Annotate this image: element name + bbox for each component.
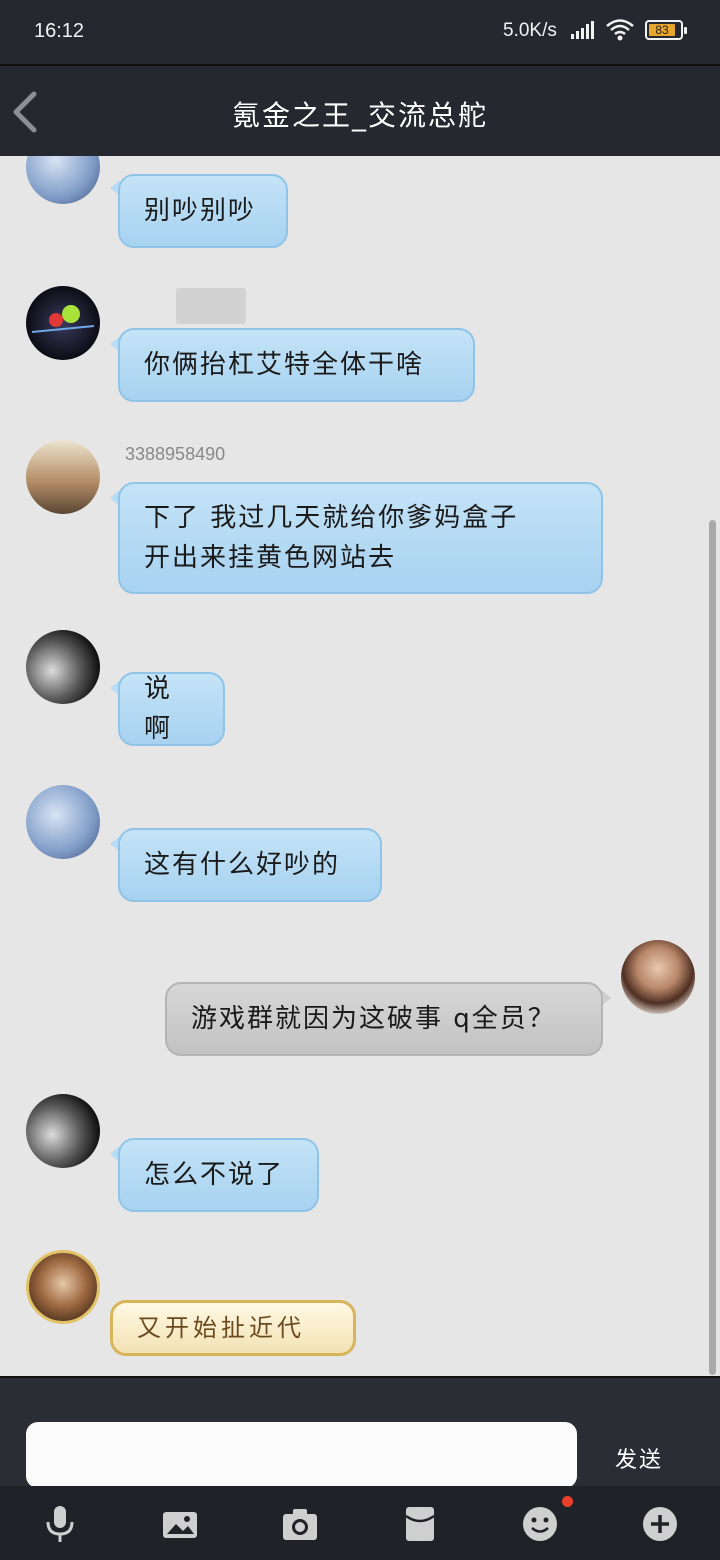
status-time: 16:12: [34, 20, 85, 42]
plus-icon[interactable]: [640, 1504, 680, 1544]
message-bubble[interactable]: 说啊: [118, 672, 225, 746]
avatar[interactable]: [26, 286, 100, 360]
message-bubble-self[interactable]: 游戏群就因为这破事 q全员？: [165, 982, 603, 1056]
status-bar: 16:12 5.0K/s 83: [0, 0, 720, 64]
message-text: 又开始扯近代: [137, 1314, 305, 1342]
message-text: 说啊: [144, 674, 173, 744]
message-text: 别吵别吵: [144, 196, 257, 226]
avatar[interactable]: [26, 785, 100, 859]
sender-name: 3388958490: [125, 444, 226, 464]
avatar-self[interactable]: [621, 940, 695, 1014]
battery-icon: 83: [645, 20, 687, 40]
message-text: 你俩抬杠艾特全体干啥: [144, 350, 425, 380]
message-bubble[interactable]: 你俩抬杠艾特全体干啥: [118, 328, 475, 402]
microphone-icon[interactable]: [40, 1504, 80, 1544]
message-bubble[interactable]: 这有什么好吵的: [118, 828, 382, 902]
wifi-icon: [606, 19, 634, 41]
message-text: 这有什么好吵的: [144, 850, 341, 880]
avatar-art: [31, 305, 95, 333]
message-list[interactable]: 别吵别吵 你俩抬杠艾特全体干啥 3388958490 下了 我过几天就给你爹妈盒…: [0, 156, 720, 1376]
input-bar: 发送: [0, 1376, 720, 1488]
message-bubble[interactable]: 下了 我过几天就给你爹妈盒子 开出来挂黄色网站去: [118, 482, 603, 594]
chat-title: 氪金之王_交流总舵: [231, 99, 488, 132]
signal-icon: [571, 21, 594, 39]
message-line-1: 下了 我过几天就给你爹妈盒子: [144, 503, 519, 533]
avatar[interactable]: [26, 1094, 100, 1168]
emoji-icon[interactable]: [520, 1504, 560, 1544]
network-speed: 5.0K/s: [503, 20, 557, 41]
message-bubble-decorated[interactable]: 又开始扯近代: [110, 1300, 356, 1356]
message-line-2: 开出来挂黄色网站去: [144, 543, 397, 573]
scrollbar[interactable]: [709, 520, 716, 1375]
message-bubble[interactable]: 别吵别吵: [118, 174, 288, 248]
message-text: 怎么不说了: [144, 1160, 285, 1190]
avatar[interactable]: [26, 440, 100, 514]
message-bubble[interactable]: 怎么不说了: [118, 1138, 319, 1212]
notification-dot: [562, 1496, 573, 1507]
camera-icon[interactable]: [280, 1504, 320, 1544]
red-packet-icon[interactable]: [400, 1504, 440, 1544]
redacted-nickname: [176, 288, 246, 324]
avatar-framed[interactable]: [26, 1250, 100, 1324]
avatar[interactable]: [26, 156, 100, 204]
message-input[interactable]: [26, 1422, 577, 1488]
battery-level: 83: [655, 23, 669, 37]
message-text: 游戏群就因为这破事 q全员？: [191, 1004, 556, 1034]
image-icon[interactable]: [160, 1504, 200, 1544]
avatar[interactable]: [26, 630, 100, 704]
toolbar: [0, 1486, 720, 1560]
send-button[interactable]: 发送: [615, 1442, 663, 1474]
nav-bar: 氪金之王_交流总舵: [0, 64, 720, 156]
